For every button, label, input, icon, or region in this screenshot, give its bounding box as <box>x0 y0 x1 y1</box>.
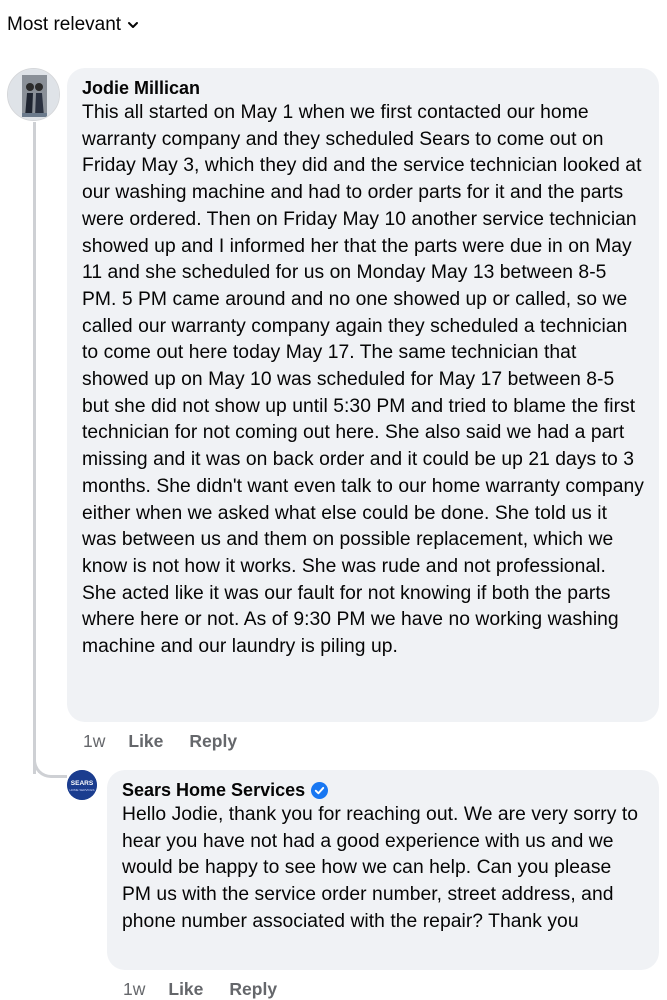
comment-author[interactable]: Sears Home Services <box>122 778 645 802</box>
sort-label: Most relevant <box>7 14 122 35</box>
author-name[interactable]: Jodie Millican <box>82 76 200 100</box>
thread-connector <box>33 752 67 778</box>
comment-text: This all started on May 1 when we first … <box>82 102 644 658</box>
like-button[interactable]: Like <box>128 731 163 752</box>
comment-timestamp[interactable]: 1w <box>83 731 105 752</box>
comment-actions: 1w Like Reply <box>83 731 237 752</box>
sears-logo-icon: SEARS HOME SERVICES <box>67 770 97 800</box>
sort-dropdown[interactable]: Most relevant <box>7 14 139 36</box>
comment-text: Hello Jodie, thank you for reaching out.… <box>122 804 639 932</box>
comment-bubble: Jodie Millican This all started on May 1… <box>67 68 659 722</box>
verified-badge-icon <box>311 781 329 799</box>
profile-photo-icon <box>8 69 59 120</box>
comment-author[interactable]: Jodie Millican <box>82 76 645 100</box>
reply-bubble: Sears Home Services Hello Jodie, thank y… <box>107 770 659 970</box>
avatar[interactable] <box>7 68 60 121</box>
thread-line <box>33 122 36 774</box>
comment-actions: 1w Like Reply <box>123 979 277 1000</box>
svg-text:SEARS: SEARS <box>71 780 94 787</box>
comment-timestamp[interactable]: 1w <box>123 979 145 1000</box>
author-name[interactable]: Sears Home Services <box>122 778 305 802</box>
avatar[interactable]: SEARS HOME SERVICES <box>67 770 97 800</box>
like-button[interactable]: Like <box>168 979 203 1000</box>
chevron-down-icon <box>128 22 139 28</box>
svg-text:HOME SERVICES: HOME SERVICES <box>70 788 95 792</box>
reply-button[interactable]: Reply <box>229 979 277 1000</box>
reply-button[interactable]: Reply <box>189 731 237 752</box>
